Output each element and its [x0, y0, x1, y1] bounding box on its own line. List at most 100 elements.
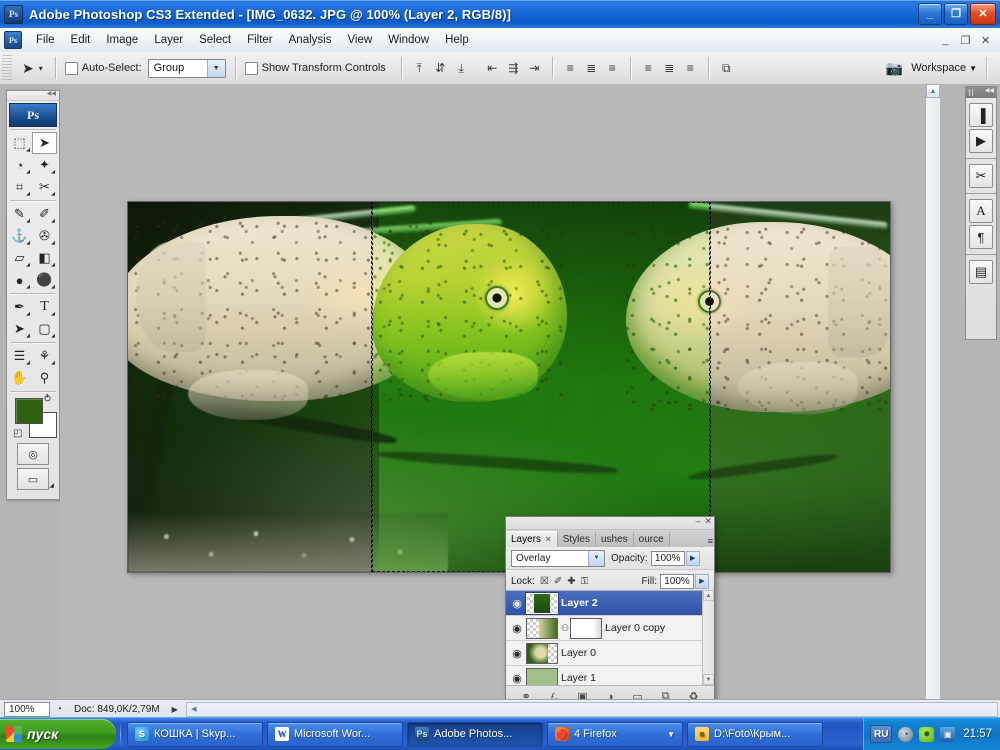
- zoom-tool[interactable]: ⚲: [32, 367, 57, 389]
- layers-panel-close-icon[interactable]: ✕: [704, 516, 712, 527]
- taskbar-button-skype[interactable]: S КОШКА | Skyp...: [127, 721, 263, 747]
- navigator-panel-button[interactable]: ▶: [969, 129, 993, 153]
- close-button[interactable]: ✕: [970, 3, 996, 25]
- options-bar-grip[interactable]: [2, 55, 12, 81]
- taskbar-button-explorer[interactable]: ■ D:\Foto\Крым...: [687, 721, 823, 747]
- layer-row-layer-2[interactable]: ◉ Layer 2: [506, 591, 714, 616]
- layer-visibility-toggle[interactable]: ◉: [508, 622, 526, 635]
- foreground-color-swatch[interactable]: [15, 398, 43, 424]
- status-menu-arrow-icon[interactable]: ▶: [172, 705, 178, 714]
- layer-mask-thumbnail[interactable]: [570, 617, 602, 639]
- slice-tool[interactable]: ✂ ◢: [32, 176, 57, 198]
- show-transform-controls-checkbox[interactable]: [244, 61, 258, 75]
- doc-minimize-button[interactable]: _: [936, 31, 955, 49]
- layers-panel-minimize-icon[interactable]: –: [695, 516, 700, 527]
- auto-align-layers-button[interactable]: ⧉: [718, 60, 735, 77]
- auto-select-scope-dropdown[interactable]: Group ▼: [147, 58, 226, 78]
- document-canvas-area[interactable]: ▲: [60, 84, 940, 718]
- layer-list-scrollbar[interactable]: ▲ ▼: [702, 590, 714, 685]
- layer-visibility-toggle[interactable]: ◉: [508, 672, 526, 685]
- doc-close-button[interactable]: ✕: [976, 31, 995, 49]
- crop-tool[interactable]: ⌗ ◢: [7, 176, 32, 198]
- type-tool[interactable]: T ◢: [32, 296, 57, 318]
- layer-thumbnail[interactable]: [526, 617, 558, 639]
- notes-tool[interactable]: ☰ ◢: [7, 345, 32, 367]
- swap-colors-icon[interactable]: ⥁: [44, 394, 51, 405]
- auto-select-checkbox[interactable]: [64, 61, 78, 75]
- preview-options-icon[interactable]: ◔: [50, 704, 68, 715]
- align-bottom-edges-button[interactable]: ⤓: [453, 60, 470, 77]
- minimize-button[interactable]: _: [918, 3, 942, 25]
- taskbar-button-photoshop[interactable]: Ps Adobe Photos...: [407, 721, 543, 747]
- tab-layers-close-icon[interactable]: ✕: [545, 535, 552, 544]
- lock-transparent-pixels-icon[interactable]: ☒: [540, 576, 549, 587]
- layer-comps-panel-button[interactable]: ▤: [969, 260, 993, 284]
- lock-image-pixels-icon[interactable]: ✐: [554, 576, 562, 587]
- menu-edit[interactable]: Edit: [63, 31, 99, 49]
- align-right-edges-button[interactable]: ⇥: [526, 60, 543, 77]
- eyedropper-tool[interactable]: ⚘ ◢: [32, 345, 57, 367]
- quick-mask-mode-button[interactable]: ◎: [17, 443, 49, 465]
- fill-stepper-icon[interactable]: ▶: [695, 573, 709, 589]
- taskbar-button-word[interactable]: W Microsoft Wor...: [267, 721, 403, 747]
- workspace-label[interactable]: Workspace: [911, 62, 966, 74]
- blur-tool[interactable]: ● ◢: [7, 269, 32, 291]
- healing-brush-tool[interactable]: ✎ ◢: [7, 203, 32, 225]
- path-selection-tool[interactable]: ➤ ◢: [7, 318, 32, 340]
- mask-link-icon[interactable]: ⚇: [561, 623, 569, 634]
- scroll-up-icon[interactable]: ▲: [926, 84, 940, 98]
- layer-visibility-toggle[interactable]: ◉: [508, 597, 526, 610]
- align-vertical-centers-button[interactable]: ⇵: [432, 60, 449, 77]
- distribute-bottom-edges-button[interactable]: ≡: [604, 60, 621, 77]
- clone-stamp-tool[interactable]: ⚓ ◢: [7, 225, 32, 247]
- rectangular-marquee-tool[interactable]: ⬚ ◢: [7, 132, 32, 154]
- tool-presets-panel-button[interactable]: ✂: [969, 164, 993, 188]
- screen-mode-button[interactable]: ▭ ◢: [17, 468, 54, 490]
- gradient-tool[interactable]: ◧ ◢: [32, 247, 57, 269]
- tab-brushes[interactable]: ushes: [595, 532, 634, 547]
- hand-tool[interactable]: ✋: [7, 367, 32, 389]
- brush-tool[interactable]: ✐ ◢: [32, 203, 57, 225]
- taskbar-group-caret-icon[interactable]: ▼: [667, 730, 675, 739]
- blend-mode-dropdown[interactable]: Overlay ▼: [511, 549, 605, 567]
- taskbar-clock[interactable]: 21:57: [963, 728, 992, 740]
- move-tool[interactable]: ➤: [32, 132, 57, 154]
- history-brush-tool[interactable]: ✇ ◢: [32, 225, 57, 247]
- layer-thumbnail[interactable]: [526, 642, 558, 664]
- zoom-level-input[interactable]: 100%: [4, 701, 50, 717]
- distribute-top-edges-button[interactable]: ≡: [562, 60, 579, 77]
- current-tool-preset-picker[interactable]: ➤ ▾: [19, 56, 46, 80]
- lasso-tool[interactable]: ◔ ◢: [7, 154, 32, 176]
- paragraph-panel-button[interactable]: ¶: [969, 225, 993, 249]
- distribute-left-edges-button[interactable]: ≡: [640, 60, 657, 77]
- menu-layer[interactable]: Layer: [146, 31, 191, 49]
- menu-window[interactable]: Window: [380, 31, 437, 49]
- panel-menu-icon[interactable]: ≡: [708, 536, 713, 546]
- pen-tool[interactable]: ✒ ◢: [7, 296, 32, 318]
- toolbox-collapse-handle[interactable]: [7, 90, 59, 101]
- layer-thumbnail[interactable]: [526, 667, 558, 685]
- menu-image[interactable]: Image: [98, 31, 146, 49]
- start-button[interactable]: пуск: [0, 719, 116, 749]
- layer-row-layer-0[interactable]: ◉ Layer 0: [506, 641, 714, 666]
- align-horizontal-centers-button[interactable]: ⇶: [505, 60, 522, 77]
- menu-analysis[interactable]: Analysis: [281, 31, 340, 49]
- antivirus-icon[interactable]: ✸: [919, 726, 935, 742]
- security-shield-icon[interactable]: ◔: [898, 726, 914, 742]
- layer-row-layer-1[interactable]: ◉ Layer 1: [506, 666, 714, 685]
- document-vertical-scrollbar[interactable]: ▲: [925, 84, 940, 718]
- fill-input[interactable]: 100%: [660, 573, 694, 589]
- distribute-vertical-centers-button[interactable]: ≣: [583, 60, 600, 77]
- tab-styles[interactable]: Styles: [557, 532, 596, 547]
- align-top-edges-button[interactable]: ⤒: [411, 60, 428, 77]
- align-left-edges-button[interactable]: ⇤: [484, 60, 501, 77]
- layers-panel-titlebar[interactable]: – ✕: [506, 516, 714, 530]
- right-dock-collapse-handle[interactable]: [966, 87, 996, 98]
- lock-all-icon[interactable]: ⚿: [581, 576, 589, 587]
- rectangle-tool[interactable]: ▢ ◢: [32, 318, 57, 340]
- distribute-horizontal-centers-button[interactable]: ≣: [661, 60, 678, 77]
- menu-select[interactable]: Select: [191, 31, 239, 49]
- language-indicator[interactable]: RU: [870, 725, 893, 743]
- layer-thumbnail[interactable]: [526, 592, 558, 614]
- horizontal-scrollbar[interactable]: ◀: [185, 701, 998, 717]
